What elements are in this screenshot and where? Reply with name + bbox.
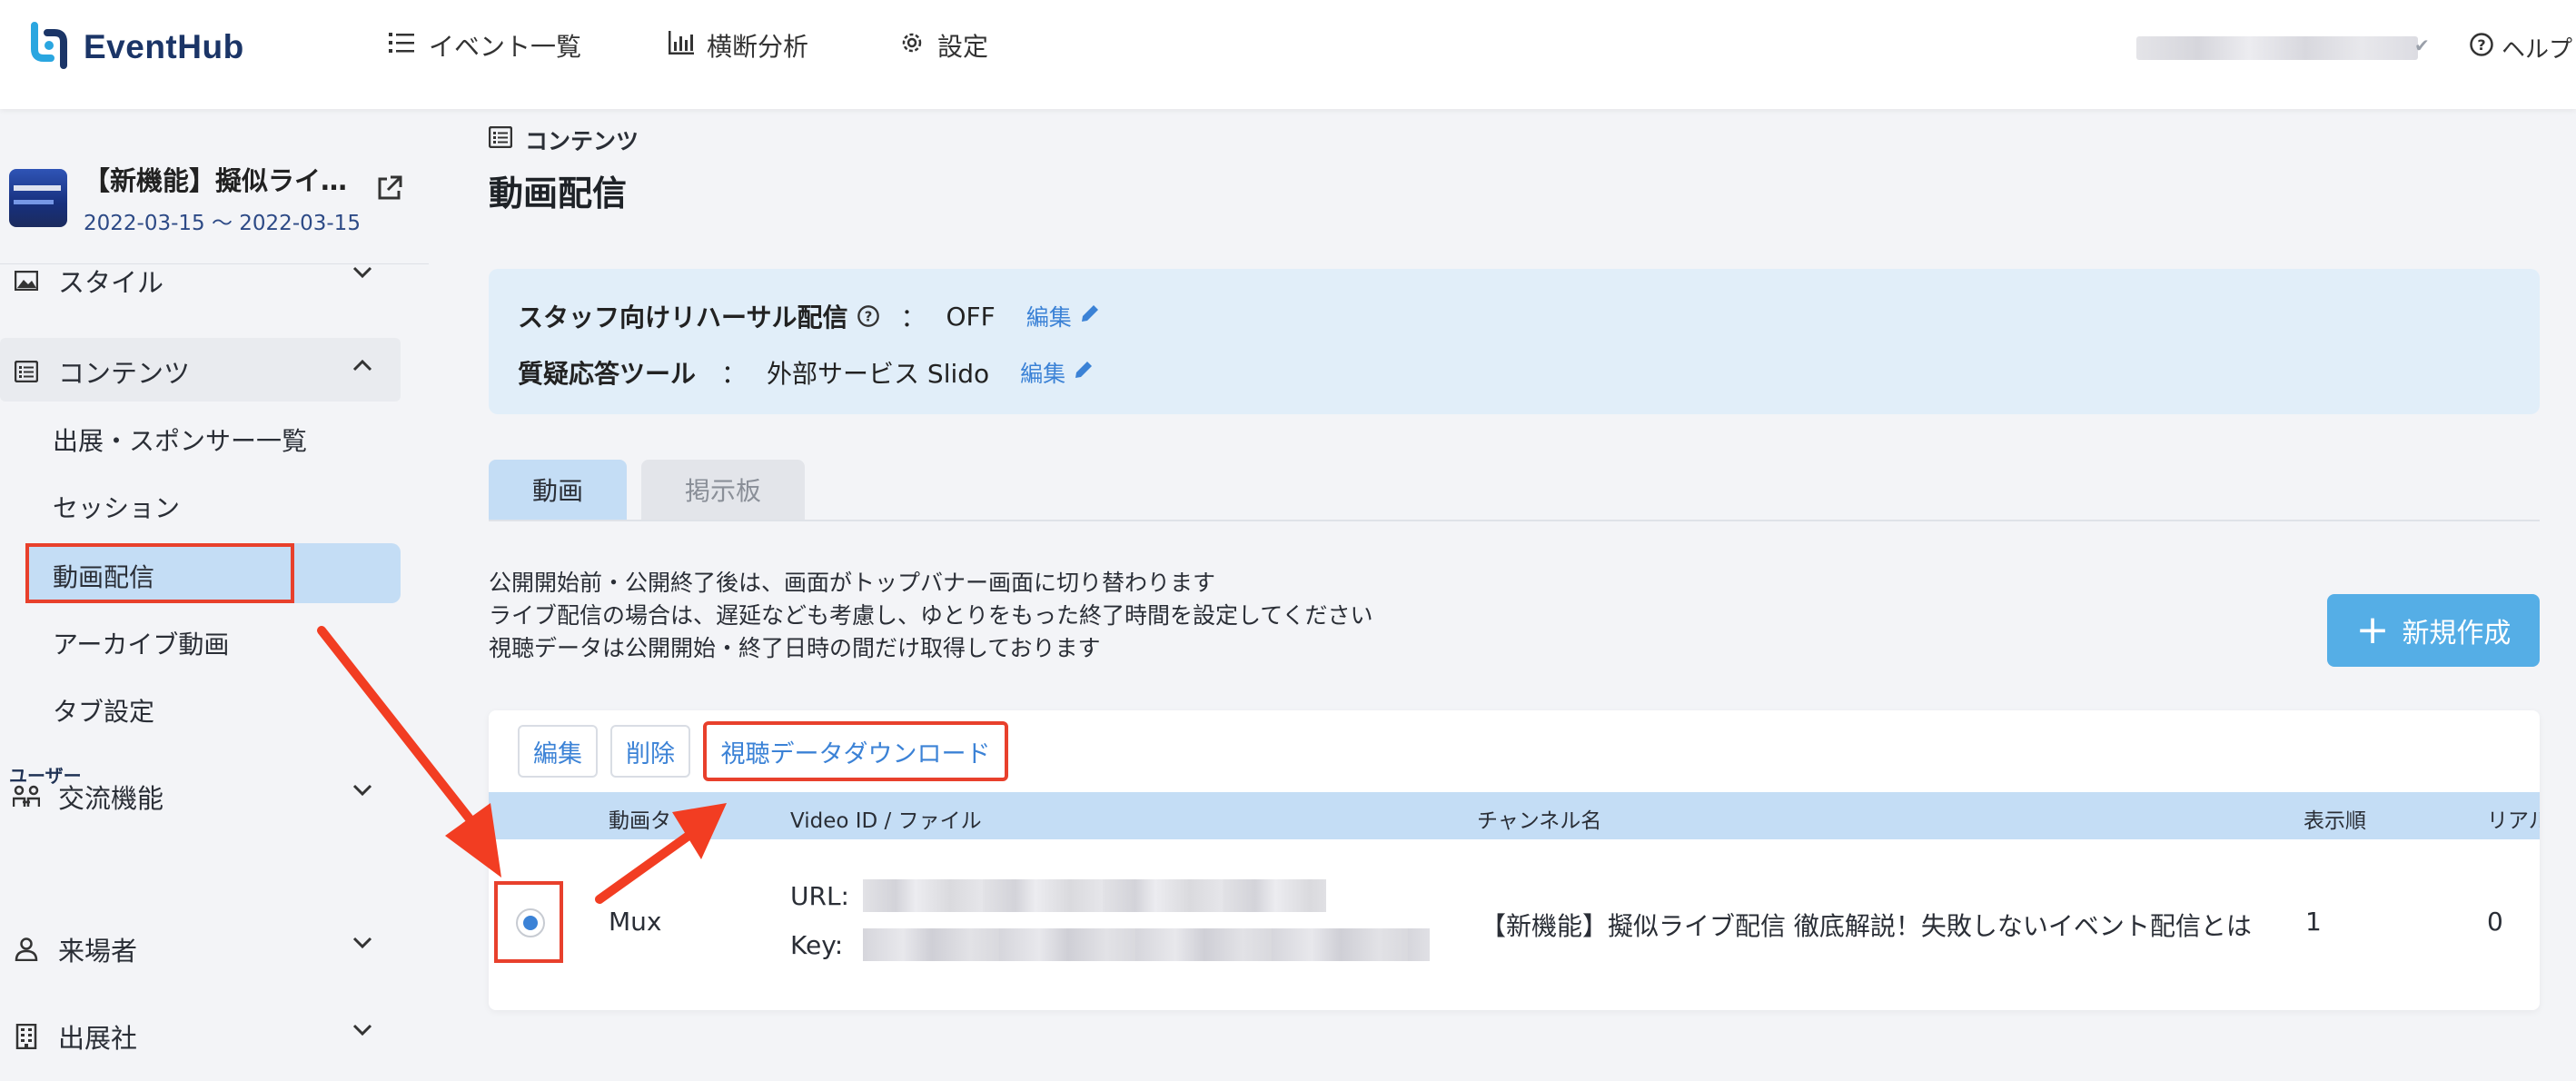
qa-label: 質疑応答ツール — [518, 359, 697, 389]
help-link[interactable]: ? ヘルプ — [2469, 31, 2572, 64]
colon: ： — [721, 359, 748, 389]
nav-analytics[interactable]: 横断分析 — [669, 27, 808, 64]
row-url-label: URL: — [790, 881, 849, 911]
sidebar-item-contents[interactable]: コンテンツ — [13, 352, 190, 391]
highlight-box — [494, 881, 563, 963]
qa-row: 質疑応答ツール ： 外部サービス Slido 編集 — [518, 354, 1095, 391]
help-label: ヘルプ — [2502, 36, 2573, 64]
page-title: 動画配信 — [489, 174, 628, 213]
breadcrumb: コンテンツ — [488, 124, 639, 156]
rehearsal-label: スタッフ向けリハーサル配信 — [518, 302, 848, 332]
event-card[interactable]: 【新機能】擬似ライ… 2022-03-15 〜 2022-03-15 — [9, 160, 361, 236]
note-line: 視聴データは公開開始・終了日時の間だけ取得しております — [489, 635, 1101, 661]
help-circle-icon: ? — [2469, 32, 2502, 64]
row-realtime: 0 — [2487, 907, 2503, 937]
settings-info-panel: スタッフ向けリハーサル配信 ? ： OFF 編集 質疑応答ツール ： 外部サービ… — [489, 269, 2540, 414]
chevron-down-icon[interactable] — [352, 265, 372, 283]
sidebar-item-label: コンテンツ — [58, 358, 191, 389]
download-viewing-data-button[interactable]: 視聴データダウンロード — [703, 721, 1008, 781]
edit-qa-link[interactable]: 編集 — [1020, 356, 1095, 389]
col-video-type[interactable]: 動画タ — [609, 803, 671, 834]
top-bar: EventHub イベント一覧 横断分析 設定 ✔ ? ヘルプ — [0, 0, 2576, 109]
help-circle-icon[interactable]: ? — [857, 304, 880, 328]
image-icon — [13, 271, 40, 291]
chevron-down-icon[interactable] — [352, 936, 372, 953]
row-order: 1 — [2305, 907, 2322, 937]
colon: ： — [900, 302, 926, 332]
sidebar-sub-sessions[interactable]: セッション — [53, 489, 180, 525]
external-link-icon[interactable] — [374, 174, 403, 207]
edit-label: 編集 — [1025, 304, 1072, 331]
note-line: ライブ配信の場合は、遅延なども考慮し、ゆとりをもった終了時間を設定してください — [489, 602, 1373, 629]
sidebar: 【新機能】擬似ライ… 2022-03-15 〜 2022-03-15 スタイル … — [0, 109, 429, 1081]
notes: 公開開始前・公開終了後は、画面がトップバナー画面に切り替わります ライブ配信の場… — [489, 567, 1373, 665]
chevron-up-icon[interactable] — [352, 358, 372, 375]
url-redacted — [863, 879, 1326, 912]
user-name-redacted[interactable] — [2136, 36, 2418, 60]
event-thumbnail — [9, 169, 67, 227]
chevron-down-icon[interactable] — [352, 783, 372, 800]
rehearsal-value: OFF — [946, 301, 996, 332]
list-icon — [389, 31, 429, 61]
brand-name: EventHub — [84, 28, 244, 65]
tab-video[interactable]: 動画 — [489, 460, 627, 520]
eventhub-logo-icon — [27, 22, 71, 73]
pencil-icon — [1065, 359, 1095, 386]
sidebar-item-label: 出展社 — [58, 1023, 138, 1054]
nav-events[interactable]: イベント一覧 — [389, 27, 581, 64]
new-create-label: 新規作成 — [2402, 618, 2512, 650]
col-order[interactable]: 表示順 — [2304, 803, 2366, 834]
edit-label: 編集 — [1020, 361, 1066, 387]
tab-underline — [489, 520, 2540, 521]
list-box-icon — [13, 361, 40, 382]
nav-settings[interactable]: 設定 — [899, 27, 988, 64]
sidebar-item-label: 来場者 — [58, 936, 138, 967]
col-channel[interactable]: チャンネル名 — [1477, 803, 1601, 834]
svg-text:?: ? — [865, 309, 873, 325]
nav-settings-label: 設定 — [937, 32, 989, 62]
edit-rehearsal-link[interactable]: 編集 — [1026, 300, 1101, 332]
gear-icon — [899, 30, 937, 62]
list-box-icon — [488, 125, 525, 154]
sidebar-item-style[interactable]: スタイル — [13, 262, 163, 300]
video-table: 編集 削除 視聴データダウンロード 動画タ Video ID / ファイル チャ… — [489, 710, 2540, 1010]
col-video-id[interactable]: Video ID / ファイル — [790, 803, 982, 834]
tab-board[interactable]: 掲示板 — [641, 460, 805, 520]
breadcrumb-label[interactable]: コンテンツ — [525, 124, 639, 156]
row-channel: 【新機能】擬似ライブ配信 徹底解説！失敗しないイベント配信とは — [1481, 911, 2252, 941]
key-redacted — [863, 928, 1430, 961]
bar-chart-icon — [669, 30, 707, 61]
event-title: 【新機能】擬似ライ… — [84, 165, 347, 196]
people-connect-icon — [13, 785, 40, 808]
col-realtime[interactable]: リアル — [2487, 803, 2540, 834]
sidebar-sub-exhibitors[interactable]: 出展・スポンサー一覧 — [53, 421, 307, 458]
note-line: 公開開始前・公開終了後は、画面がトップバナー画面に切り替わります — [489, 570, 1216, 596]
svg-text:?: ? — [2477, 36, 2485, 54]
section-label-users: ユーザー — [9, 765, 82, 787]
plus-icon: + — [2355, 607, 2390, 653]
sidebar-sub-tab-settings[interactable]: タブ設定 — [53, 692, 154, 729]
sidebar-item-exhibitors[interactable]: 出展社 — [13, 1017, 137, 1056]
new-create-button[interactable]: + 新規作成 — [2327, 594, 2540, 667]
qa-value: 外部サービス Slido — [767, 359, 990, 389]
verified-check-icon: ✔ — [2414, 35, 2430, 56]
rehearsal-row: スタッフ向けリハーサル配信 ? ： OFF 編集 — [518, 298, 1101, 334]
table-header: 動画タ Video ID / ファイル チャンネル名 表示順 リアル — [489, 792, 2540, 839]
sidebar-item-visitors[interactable]: 来場者 — [13, 930, 137, 968]
delete-button[interactable]: 削除 — [610, 725, 690, 778]
nav-events-label: イベント一覧 — [429, 32, 582, 62]
event-dates: 2022-03-15 〜 2022-03-15 — [84, 212, 361, 235]
nav-analytics-label: 横断分析 — [707, 32, 809, 62]
building-icon — [13, 1024, 40, 1049]
row-key-label: Key: — [790, 930, 844, 960]
sidebar-sub-archive[interactable]: アーカイブ動画 — [53, 625, 229, 661]
person-icon — [13, 937, 40, 961]
edit-button[interactable]: 編集 — [518, 725, 598, 778]
sidebar-item-label: スタイル — [58, 267, 164, 298]
chevron-down-icon[interactable] — [352, 1023, 372, 1040]
pencil-icon — [1072, 302, 1101, 330]
app-logo[interactable]: EventHub — [27, 22, 244, 73]
highlight-box — [25, 543, 294, 603]
row-type: Mux — [609, 907, 662, 937]
